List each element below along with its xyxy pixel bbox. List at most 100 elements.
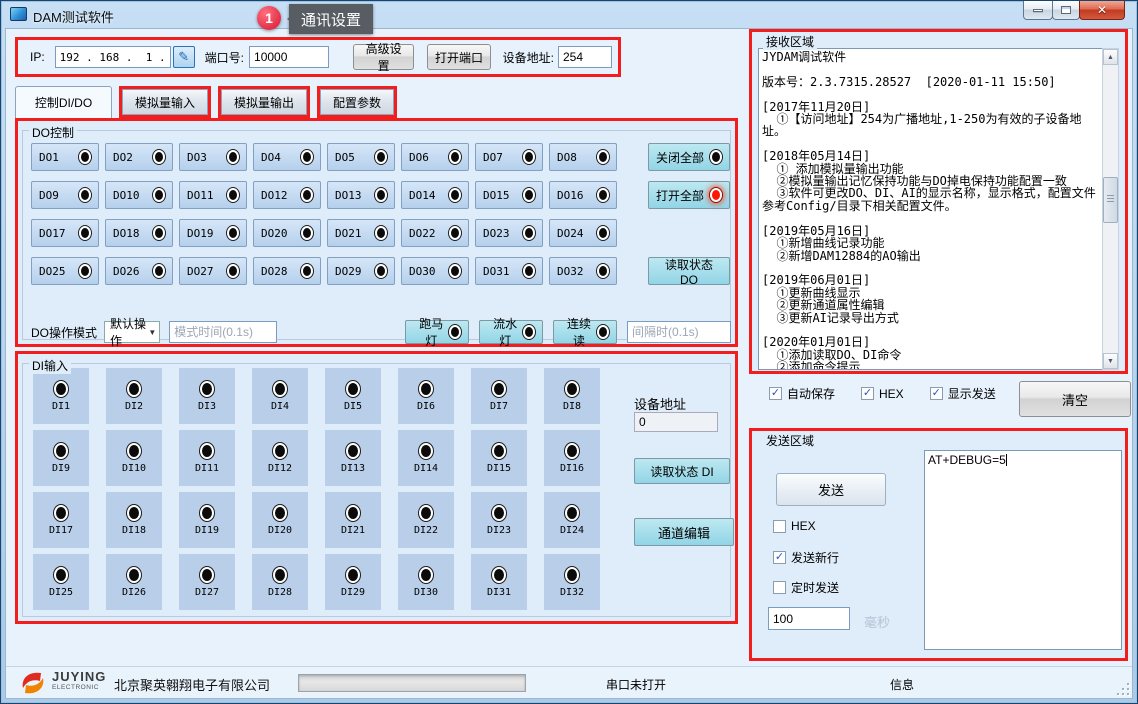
do-channel-button[interactable]: DO25 bbox=[31, 257, 99, 285]
do-channel-button[interactable]: DO17 bbox=[31, 219, 99, 247]
do-channel-button[interactable]: DO19 bbox=[179, 219, 247, 247]
indicator-dot-icon bbox=[227, 264, 239, 278]
indicator-dot-icon bbox=[449, 325, 461, 339]
do-channel-button[interactable]: DO15 bbox=[475, 181, 543, 209]
flow-light-button[interactable]: 流水灯 bbox=[479, 320, 543, 344]
do-channel-button[interactable]: DO6 bbox=[401, 143, 469, 171]
resize-grip[interactable] bbox=[1117, 683, 1129, 695]
annotation-badge: 1 bbox=[257, 6, 281, 30]
advanced-settings-button[interactable]: 高级设置 bbox=[353, 44, 414, 70]
do-channel-button[interactable]: DO27 bbox=[179, 257, 247, 285]
minimize-button[interactable] bbox=[1023, 1, 1053, 20]
chevron-down-icon: ▼ bbox=[148, 328, 156, 337]
logo-text: JUYING bbox=[52, 671, 106, 682]
close-icon: ✕ bbox=[1097, 3, 1107, 17]
do-channel-button[interactable]: DO24 bbox=[549, 219, 617, 247]
port-input[interactable] bbox=[249, 46, 329, 68]
ip-edit-button[interactable]: ✎ bbox=[173, 46, 195, 68]
do-channel-button[interactable]: DO10 bbox=[105, 181, 173, 209]
close-all-button[interactable]: 关闭全部 bbox=[648, 143, 730, 171]
send-hex-checkbox[interactable]: HEX bbox=[773, 519, 816, 533]
do-mode-select[interactable]: 默认操作 ▼ bbox=[104, 321, 160, 343]
mode-time-input[interactable] bbox=[169, 321, 277, 343]
info-label: 信息 bbox=[890, 676, 914, 693]
di-indicator-dot-icon bbox=[273, 505, 287, 521]
tab-control-dido[interactable]: 控制DI/DO bbox=[15, 86, 112, 118]
open-all-button[interactable]: 打开全部 bbox=[648, 181, 730, 209]
do-channel-button[interactable]: DO22 bbox=[401, 219, 469, 247]
scroll-up-button[interactable]: ▲ bbox=[1103, 49, 1118, 65]
interval-ms-input[interactable] bbox=[768, 607, 850, 630]
do-channel-button[interactable]: DO21 bbox=[327, 219, 395, 247]
tab-analog-output[interactable]: 模拟量输出 bbox=[221, 89, 307, 115]
do-channel-button[interactable]: DO20 bbox=[253, 219, 321, 247]
do-channel-button[interactable]: DO28 bbox=[253, 257, 321, 285]
di-channel-label: DI8 bbox=[563, 401, 581, 412]
di-channel-tile: DI18 bbox=[106, 492, 162, 548]
do-channel-button[interactable]: DO9 bbox=[31, 181, 99, 209]
title-bar[interactable]: DAM测试软件 ✕ bbox=[1, 1, 1137, 28]
channel-edit-button[interactable]: 通道编辑 bbox=[634, 518, 734, 546]
do-channel-button[interactable]: DO2 bbox=[105, 143, 173, 171]
do-channel-button[interactable]: DO4 bbox=[253, 143, 321, 171]
do-channel-button[interactable]: DO14 bbox=[401, 181, 469, 209]
send-button[interactable]: 发送 bbox=[776, 473, 886, 506]
indicator-dot-icon bbox=[301, 226, 313, 240]
send-newline-checkbox[interactable]: ✓ 发送新行 bbox=[773, 549, 839, 566]
di-indicator-dot-icon bbox=[127, 505, 141, 521]
di-indicator-dot-icon bbox=[419, 567, 433, 583]
receive-log[interactable]: JYDAM调试软件 版本号：2.3.7315.28527 [2020-01-11… bbox=[758, 48, 1104, 370]
do-channel-button[interactable]: DO12 bbox=[253, 181, 321, 209]
receive-option-checkbox[interactable]: ✓ HEX bbox=[861, 387, 904, 401]
indicator-dot-icon bbox=[375, 226, 387, 240]
receive-option-checkbox[interactable]: ✓ 自动保存 bbox=[769, 385, 835, 402]
tab-config-params[interactable]: 配置参数 bbox=[320, 89, 394, 115]
di-channel-label: DI16 bbox=[560, 463, 584, 474]
read-di-status-button[interactable]: 读取状态 DI bbox=[634, 458, 730, 484]
do-channel-button[interactable]: DO29 bbox=[327, 257, 395, 285]
di-device-address-input[interactable] bbox=[634, 412, 718, 432]
di-channel-tile: DI8 bbox=[544, 368, 600, 424]
open-port-button[interactable]: 打开端口 bbox=[427, 44, 490, 70]
do-channel-button[interactable]: DO26 bbox=[105, 257, 173, 285]
do-channel-button[interactable]: DO32 bbox=[549, 257, 617, 285]
scroll-down-button[interactable]: ▼ bbox=[1103, 353, 1118, 369]
continuous-read-button[interactable]: 连续读 bbox=[553, 320, 617, 344]
di-channel-tile: DI24 bbox=[544, 492, 600, 548]
di-channel-label: DI31 bbox=[487, 587, 511, 598]
di-channel-tile: DI29 bbox=[325, 554, 381, 610]
device-address-input[interactable] bbox=[558, 46, 612, 68]
do-channel-button[interactable]: DO13 bbox=[327, 181, 395, 209]
indicator-dot-icon bbox=[301, 188, 313, 202]
maximize-button[interactable] bbox=[1052, 1, 1080, 20]
ip-input[interactable] bbox=[55, 46, 171, 68]
do-channel-button[interactable]: DO23 bbox=[475, 219, 543, 247]
client-area: IP: ✎ 端口号: 高级设置 打开端口 设备地址: 控制DI/DO 模拟量输入… bbox=[5, 28, 1133, 699]
do-channel-button[interactable]: DO18 bbox=[105, 219, 173, 247]
do-channel-button[interactable]: DO8 bbox=[549, 143, 617, 171]
do-channel-button[interactable]: DO5 bbox=[327, 143, 395, 171]
tab-analog-input[interactable]: 模拟量输入 bbox=[122, 89, 208, 115]
do-channel-button[interactable]: DO11 bbox=[179, 181, 247, 209]
do-channel-button[interactable]: DO7 bbox=[475, 143, 543, 171]
do-channel-button[interactable]: DO1 bbox=[31, 143, 99, 171]
read-do-status-button[interactable]: 读取状态 DO bbox=[648, 257, 730, 285]
di-channel-tile: DI23 bbox=[471, 492, 527, 548]
do-channel-label: DO7 bbox=[483, 151, 503, 164]
timed-send-checkbox[interactable]: 定时发送 bbox=[773, 579, 839, 596]
close-button[interactable]: ✕ bbox=[1079, 1, 1125, 20]
do-channel-button[interactable]: DO30 bbox=[401, 257, 469, 285]
do-channel-button[interactable]: DO31 bbox=[475, 257, 543, 285]
scroll-thumb[interactable] bbox=[1103, 177, 1118, 223]
receive-option-checkbox[interactable]: ✓ 显示发送 bbox=[930, 385, 996, 402]
clear-button[interactable]: 清空 bbox=[1019, 381, 1131, 417]
do-channel-button[interactable]: DO3 bbox=[179, 143, 247, 171]
do-channel-button[interactable]: DO16 bbox=[549, 181, 617, 209]
interval-time-input[interactable] bbox=[627, 321, 731, 343]
di-channel-tile: DI21 bbox=[325, 492, 381, 548]
receive-scrollbar[interactable]: ▲ ▼ bbox=[1102, 48, 1119, 370]
di-channel-label: DI13 bbox=[341, 463, 365, 474]
marquee-button[interactable]: 跑马灯 bbox=[405, 320, 469, 344]
do-channel-label: DO32 bbox=[557, 265, 584, 278]
send-textarea[interactable]: AT+DEBUG=5 bbox=[924, 450, 1122, 650]
